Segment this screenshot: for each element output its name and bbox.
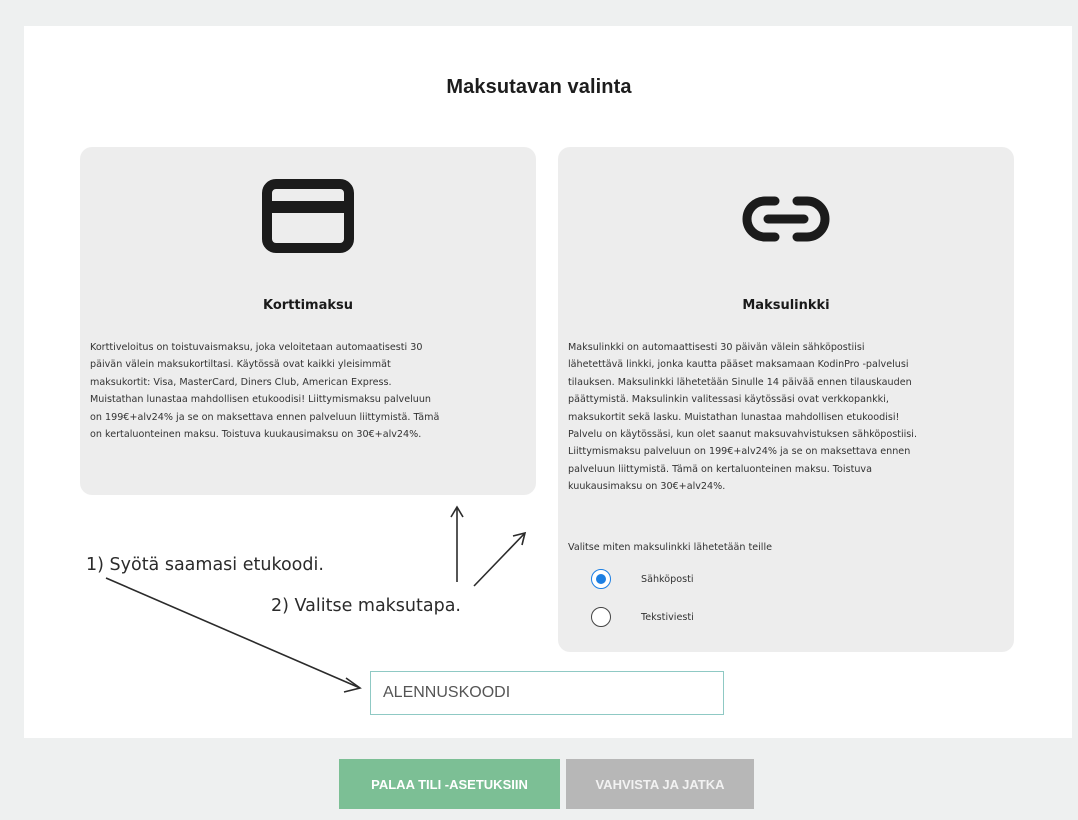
back-to-account-settings-button[interactable]: PALAA TILI -ASETUKSIIN — [339, 759, 560, 809]
annotation-step-1: 1) Syötä saamasi etukoodi. — [86, 555, 324, 575]
confirm-and-continue-button[interactable]: VAHVISTA JA JATKA — [566, 759, 754, 809]
arrow-to-payment-link — [473, 532, 526, 587]
annotation-step-2: 2) Valitse maksutapa. — [271, 596, 461, 616]
discount-code-input[interactable] — [370, 671, 724, 715]
arrow-to-discount-input — [105, 577, 361, 689]
